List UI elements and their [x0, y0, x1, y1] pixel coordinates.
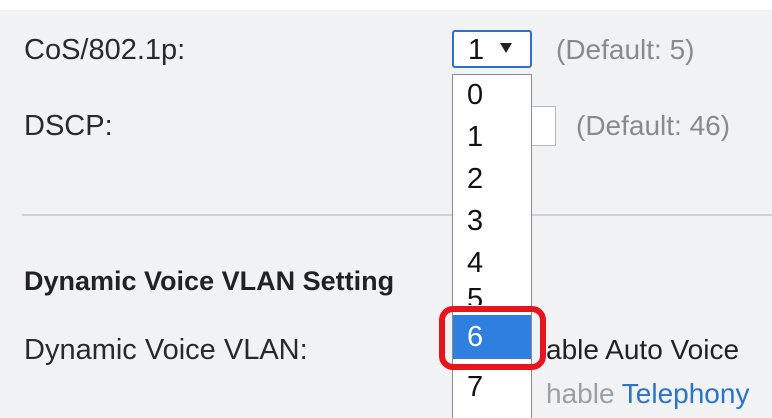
dscp-input[interactable]	[530, 106, 556, 146]
telephony-oui-link[interactable]: Telephony	[622, 378, 750, 409]
dynamic-voice-vlan-section-title: Dynamic Voice VLAN Setting	[24, 266, 395, 296]
cos-default-hint: (Default: 5)	[556, 34, 695, 65]
cos-option[interactable]: 7	[453, 369, 531, 405]
dscp-default-hint: (Default: 46)	[576, 110, 731, 141]
cos-select[interactable]: 1	[452, 30, 532, 68]
telephony-oui-option[interactable]: hable Telephony	[546, 378, 749, 410]
dscp-label: DSCP:	[24, 110, 113, 142]
cos-label: CoS/802.1p:	[24, 34, 186, 66]
cos-option[interactable]: 3	[453, 203, 531, 239]
chevron-down-icon	[500, 43, 512, 53]
cos-option[interactable]: 4	[453, 245, 531, 281]
section-divider	[22, 214, 772, 216]
settings-panel: CoS/802.1p: 1 (Default: 5) DSCP: (Defaul…	[0, 0, 772, 418]
cos-option[interactable]: 1	[453, 119, 531, 155]
cos-option[interactable]: 2	[453, 161, 531, 197]
cos-option[interactable]: 5	[453, 281, 531, 305]
annotation-highlight-box	[439, 306, 546, 370]
cos-option[interactable]: 0	[453, 77, 531, 113]
telephony-option-prefix: hable	[546, 378, 622, 409]
auto-voice-vlan-option[interactable]: able Auto Voice	[546, 334, 739, 366]
cos-select-value: 1	[468, 34, 485, 66]
top-border	[0, 0, 772, 10]
dynamic-voice-vlan-label: Dynamic Voice VLAN:	[24, 334, 308, 366]
